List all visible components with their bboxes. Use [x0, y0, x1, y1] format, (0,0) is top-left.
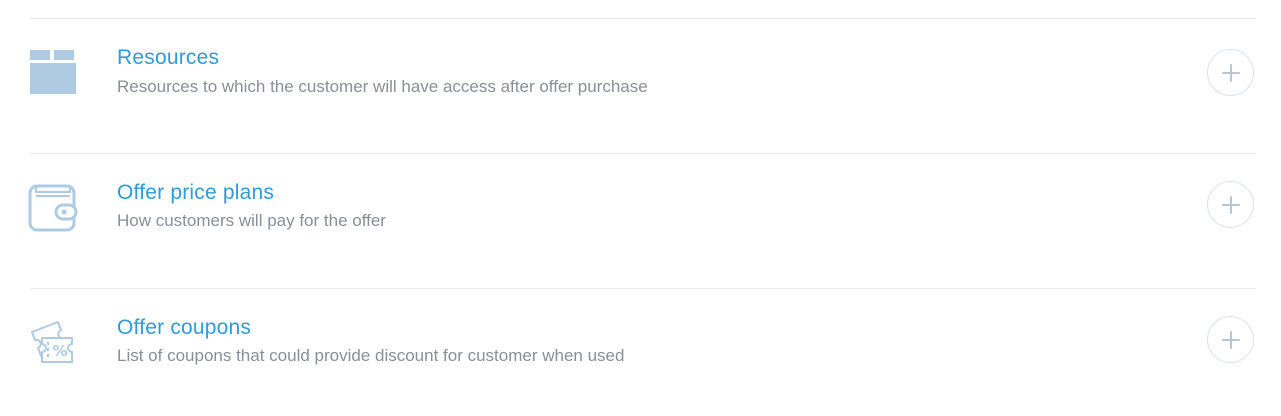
add-resource-button[interactable] [1207, 49, 1254, 96]
section-resources: Resources Resources to which the custome… [0, 18, 1281, 152]
wallet-icon [28, 183, 80, 235]
section-title: Offer coupons [117, 316, 252, 339]
offer-setup-page: Resources Resources to which the custome… [0, 0, 1281, 416]
coupon-icon: % [28, 316, 80, 368]
svg-text:%: % [52, 342, 67, 360]
section-coupons: % Offer coupons List of coupons that cou… [0, 288, 1281, 416]
section-description: Resources to which the customer will hav… [117, 77, 648, 96]
section-title: Resources [117, 46, 220, 69]
section-price-plans: Offer price plans How customers will pay… [0, 153, 1281, 287]
section-description: List of coupons that could provide disco… [117, 346, 625, 365]
section-title: Offer price plans [117, 181, 275, 204]
section-description: How customers will pay for the offer [117, 211, 386, 230]
add-price-plan-button[interactable] [1207, 181, 1254, 228]
box-icon [28, 48, 80, 100]
add-coupon-button[interactable] [1207, 316, 1254, 363]
